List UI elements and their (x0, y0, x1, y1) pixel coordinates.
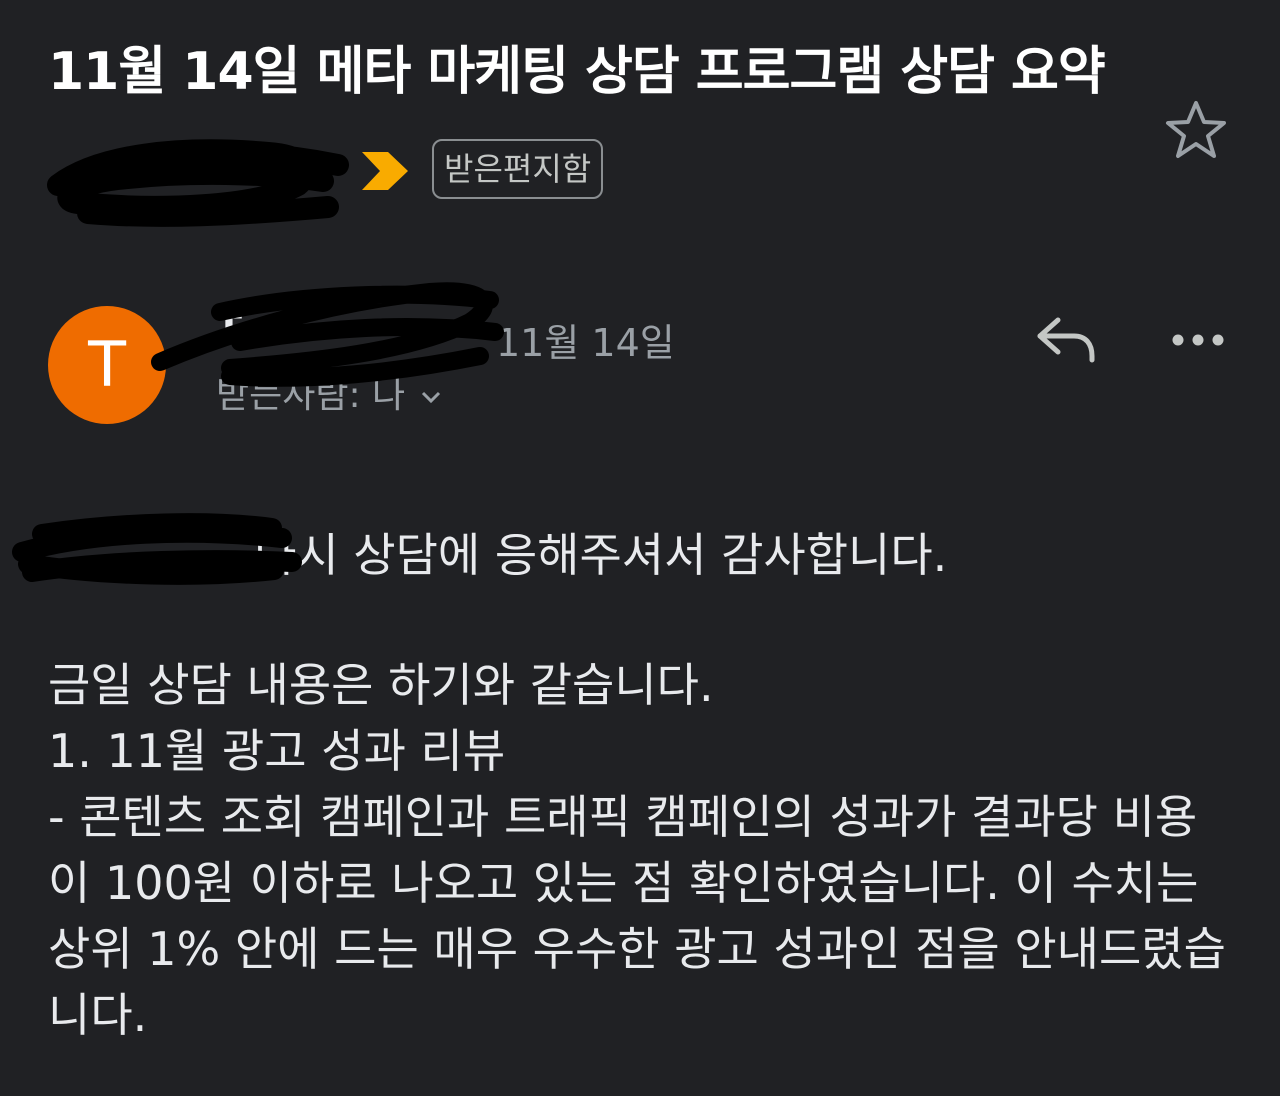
item-text: - 콘텐츠 조회 캠페인과 트래픽 캠페인의 성과가 결과당 비용이 100원 … (48, 790, 1226, 1042)
intro-text: 금일 상담 내용은 하기와 같습니다. (48, 658, 714, 712)
redaction-scribble (47, 139, 358, 227)
email-body: 다시 상담에 응해주셔서 감사합니다. 금일 상담 내용은 하기와 같습니다. … (12, 513, 1238, 1048)
label-chip-inbox[interactable]: 받은편지함 (432, 139, 604, 199)
email-subject: 11월 14일 메타 마케팅 상담 프로그램 상담 요약 받은편지함 (47, 22, 1128, 227)
importance-marker-icon[interactable] (358, 148, 412, 194)
reply-icon[interactable] (1034, 312, 1098, 368)
item-heading: 1. 11월 광고 성과 리뷰 (48, 724, 506, 778)
redaction-scribble (151, 282, 504, 387)
more-horizontal-icon[interactable] (1168, 322, 1228, 358)
redaction-scribble (12, 513, 302, 585)
subject-text: 11월 14일 메타 마케팅 상담 프로그램 상담 요약 (48, 42, 1106, 102)
greeting-line: 다시 상담에 응해주셔서 감사합니다. (12, 513, 1238, 588)
sender-avatar: T (48, 306, 166, 424)
redaction-scribble-shape (47, 139, 349, 227)
sent-date: 11월 14일 (496, 321, 675, 365)
star-outline-icon[interactable] (1163, 98, 1229, 160)
greeting-text: 다시 상담에 응해주셔서 감사합니다. (254, 528, 948, 582)
